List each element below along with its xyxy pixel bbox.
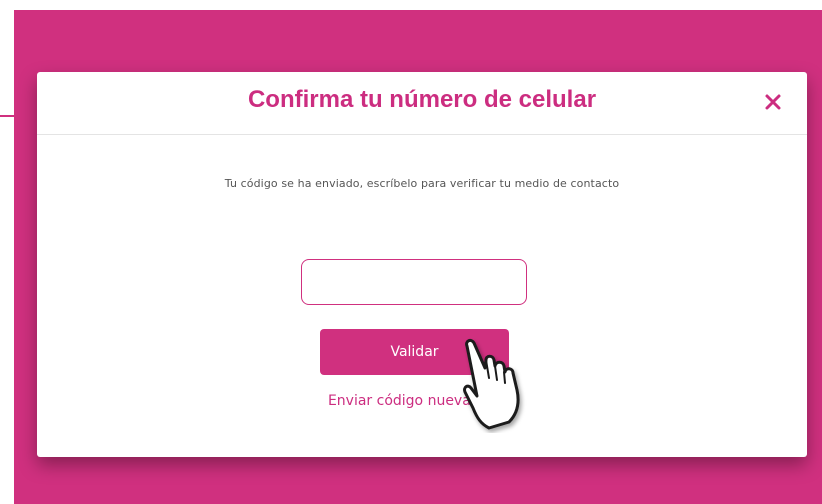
resend-code-link[interactable]: Enviar código nuevamente	[37, 393, 807, 409]
modal-title: Confirma tu número de celular	[247, 86, 597, 113]
instruction-text: Tu código se ha enviado, escríbelo para …	[224, 177, 620, 190]
verification-code-input[interactable]	[301, 259, 527, 305]
divider-line	[0, 115, 36, 117]
close-button[interactable]	[763, 92, 783, 112]
validate-button[interactable]: Validar	[320, 329, 509, 375]
page: Confirma tu número de celular Tu código …	[0, 0, 822, 504]
close-icon	[765, 94, 781, 110]
modal-header: Confirma tu número de celular	[37, 72, 807, 135]
confirm-phone-modal: Confirma tu número de celular Tu código …	[37, 72, 807, 457]
